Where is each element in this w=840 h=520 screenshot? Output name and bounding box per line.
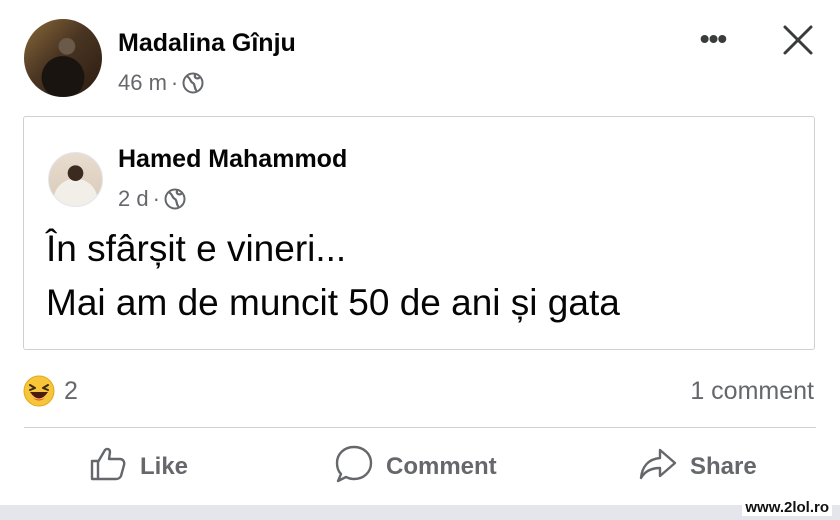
like-button[interactable]: Like bbox=[88, 444, 188, 490]
post-text-line-1: În sfârșit e vineri... bbox=[46, 228, 347, 269]
watermark: www.2lol.ro bbox=[742, 499, 832, 516]
comment-count[interactable]: 1 comment bbox=[690, 377, 814, 406]
globe-icon bbox=[164, 188, 186, 210]
shared-author-name[interactable]: Hamed Mahammod bbox=[118, 145, 347, 174]
globe-icon bbox=[182, 72, 204, 94]
share-arrow-icon bbox=[638, 444, 678, 491]
thumbs-up-icon bbox=[88, 444, 128, 491]
divider bbox=[24, 427, 816, 428]
meta-separator: · bbox=[170, 70, 179, 95]
post-text-line-2: Mai am de muncit 50 de ani și gata bbox=[46, 282, 620, 323]
close-icon[interactable] bbox=[778, 20, 818, 60]
meta-separator: · bbox=[152, 186, 160, 211]
laughing-emoji-icon[interactable] bbox=[23, 375, 55, 407]
comment-label: Comment bbox=[386, 453, 497, 480]
share-label: Share bbox=[690, 453, 757, 480]
more-options-button[interactable]: ••• bbox=[693, 23, 733, 54]
post-time[interactable]: 46 m bbox=[118, 70, 167, 96]
comment-bubble-icon bbox=[334, 444, 374, 491]
reaction-count[interactable]: 2 bbox=[64, 377, 78, 406]
like-label: Like bbox=[140, 453, 189, 480]
post-meta: 46 m · bbox=[118, 70, 204, 96]
shared-author-avatar[interactable] bbox=[48, 152, 103, 207]
author-name[interactable]: Madalina Gînju bbox=[118, 29, 296, 58]
shared-post-meta: 2 d · bbox=[118, 186, 186, 212]
comment-button[interactable]: Comment bbox=[334, 444, 497, 490]
author-avatar[interactable] bbox=[24, 19, 102, 97]
share-button[interactable]: Share bbox=[638, 444, 757, 490]
bottom-bar bbox=[0, 505, 840, 520]
shared-post-time[interactable]: 2 d bbox=[118, 186, 149, 212]
